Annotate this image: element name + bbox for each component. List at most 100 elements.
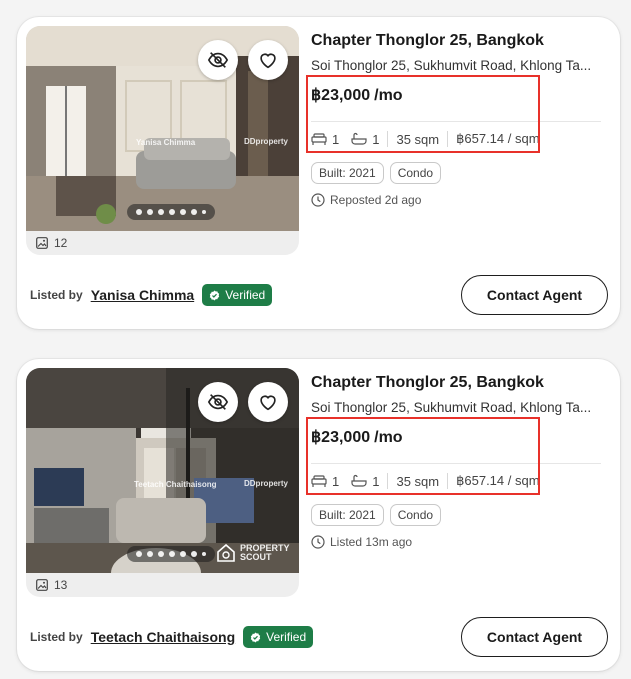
price-per-sqm: ฿657.14 / sqm: [456, 131, 540, 146]
price: ฿23,000 /mo: [311, 85, 611, 109]
agent-name-link[interactable]: Teetach Chaithaisong: [91, 629, 235, 645]
listing-tags: Built: 2021 Condo: [311, 504, 611, 526]
baths: 1: [351, 474, 379, 489]
spec-separator: [447, 473, 449, 489]
divider: [311, 121, 601, 122]
tag-built-year: Built: 2021: [311, 504, 384, 526]
favorite-button[interactable]: [248, 382, 288, 422]
bed-icon: [311, 475, 327, 487]
carousel-dot[interactable]: [169, 209, 175, 215]
photo-carousel-indicator[interactable]: [127, 546, 215, 562]
carousel-dot[interactable]: [169, 551, 175, 557]
carousel-dot[interactable]: [191, 551, 197, 557]
bathtub-icon: [351, 132, 367, 145]
verified-badge: Verified: [243, 626, 314, 648]
beds-value: 1: [332, 473, 340, 489]
photo-carousel-indicator[interactable]: [127, 204, 215, 220]
listing-photo-gallery[interactable]: Teetach Chaithaisong DDproperty PROPERTY: [26, 368, 299, 597]
propertyscout-wordmark: PROPERTY SCOUT: [240, 544, 290, 562]
clock-icon: [311, 535, 325, 549]
verified-label: Verified: [225, 288, 266, 302]
heart-icon: [260, 395, 276, 411]
spec-separator: [447, 131, 449, 147]
bathtub-icon: [351, 474, 367, 487]
price: ฿23,000 /mo: [311, 427, 611, 451]
spec-separator: [387, 473, 389, 489]
price-value: ฿23,000: [311, 429, 371, 446]
tag-built-year: Built: 2021: [311, 162, 384, 184]
eye-off-icon: [207, 394, 229, 410]
verified-label: Verified: [266, 630, 307, 644]
posted-text: Reposted 2d ago: [330, 193, 422, 207]
contact-agent-button[interactable]: Contact Agent: [461, 275, 608, 315]
carousel-dot[interactable]: [180, 209, 186, 215]
carousel-dot[interactable]: [202, 210, 206, 214]
carousel-dot[interactable]: [136, 209, 142, 215]
carousel-dot[interactable]: [158, 551, 164, 557]
photo-count: 12: [36, 235, 67, 251]
favorite-button[interactable]: [248, 40, 288, 80]
listing-title[interactable]: Chapter Thonglor 25, Bangkok: [311, 30, 611, 52]
bed-icon: [311, 133, 327, 145]
size: 35 sqm: [396, 473, 440, 489]
carousel-dot[interactable]: [191, 209, 197, 215]
tag-property-type: Condo: [389, 504, 442, 526]
listed-by-label: Listed by: [30, 288, 83, 302]
image-icon: [36, 579, 48, 591]
agent-watermark: Yanisa Chimma: [136, 138, 196, 147]
propertyscout-logo: PROPERTY SCOUT: [216, 543, 290, 563]
carousel-dot[interactable]: [180, 551, 186, 557]
clock-icon: [311, 193, 325, 207]
hide-listing-button[interactable]: [198, 382, 238, 422]
listing-card[interactable]: Yanisa Chimma DDproperty 12 Chapter Thon…: [17, 17, 620, 329]
tag-property-type: Condo: [389, 162, 442, 184]
ddproperty-watermark: DDproperty: [244, 479, 289, 488]
image-icon: [36, 237, 48, 249]
listing-card[interactable]: Teetach Chaithaisong DDproperty PROPERTY: [17, 359, 620, 671]
contact-agent-button[interactable]: Contact Agent: [461, 617, 608, 657]
carousel-dot[interactable]: [147, 551, 153, 557]
carousel-dot[interactable]: [147, 209, 153, 215]
propertyscout-word-2: SCOUT: [240, 552, 272, 562]
size: 35 sqm: [396, 131, 440, 147]
listing-info: Chapter Thonglor 25, Bangkok Soi Thonglo…: [311, 30, 611, 207]
listing-footer: Listed by Teetach Chaithaisong Verified …: [30, 617, 608, 657]
photo-count-value: 13: [54, 578, 68, 592]
listing-title[interactable]: Chapter Thonglor 25, Bangkok: [311, 372, 611, 394]
agent-watermark: Teetach Chaithaisong: [134, 480, 217, 489]
carousel-dot[interactable]: [202, 552, 206, 556]
posted-time: Reposted 2d ago: [311, 193, 611, 207]
listing-info: Chapter Thonglor 25, Bangkok Soi Thonglo…: [311, 372, 611, 549]
listing-address: Soi Thonglor 25, Sukhumvit Road, Khlong …: [311, 58, 592, 73]
listing-tags: Built: 2021 Condo: [311, 162, 611, 184]
house-logo-icon: [217, 543, 235, 562]
baths-value: 1: [372, 131, 380, 147]
beds: 1: [311, 474, 339, 489]
badge-check-icon: [210, 290, 220, 300]
listing-footer: Listed by Yanisa Chimma Verified Contact…: [30, 275, 608, 315]
eye-off-icon: [207, 52, 229, 68]
beds-value: 1: [332, 131, 340, 147]
baths-value: 1: [372, 473, 380, 489]
listing-address: Soi Thonglor 25, Sukhumvit Road, Khlong …: [311, 400, 592, 415]
posted-text: Listed 13m ago: [330, 535, 413, 549]
listing-specs: 1 1 35 sqm ฿657.14 / sqm: [311, 130, 611, 148]
beds: 1: [311, 132, 339, 147]
spec-separator: [387, 131, 389, 147]
posted-time: Listed 13m ago: [311, 535, 611, 549]
divider: [311, 463, 601, 464]
carousel-dot[interactable]: [136, 551, 142, 557]
price-value: ฿23,000: [311, 87, 371, 104]
photo-count: 13: [36, 577, 67, 593]
badge-check-icon: [250, 632, 261, 642]
photo-count-value: 12: [54, 236, 68, 250]
listing-photo-gallery[interactable]: Yanisa Chimma DDproperty 12: [26, 26, 299, 255]
listing-specs: 1 1 35 sqm ฿657.14 / sqm: [311, 472, 611, 490]
baths: 1: [351, 132, 379, 147]
carousel-dot[interactable]: [158, 209, 164, 215]
agent-name-link[interactable]: Yanisa Chimma: [91, 287, 195, 303]
price-per-sqm: ฿657.14 / sqm: [456, 473, 540, 488]
verified-badge: Verified: [202, 284, 273, 306]
price-unit: /mo: [374, 87, 403, 104]
hide-listing-button[interactable]: [198, 40, 238, 80]
